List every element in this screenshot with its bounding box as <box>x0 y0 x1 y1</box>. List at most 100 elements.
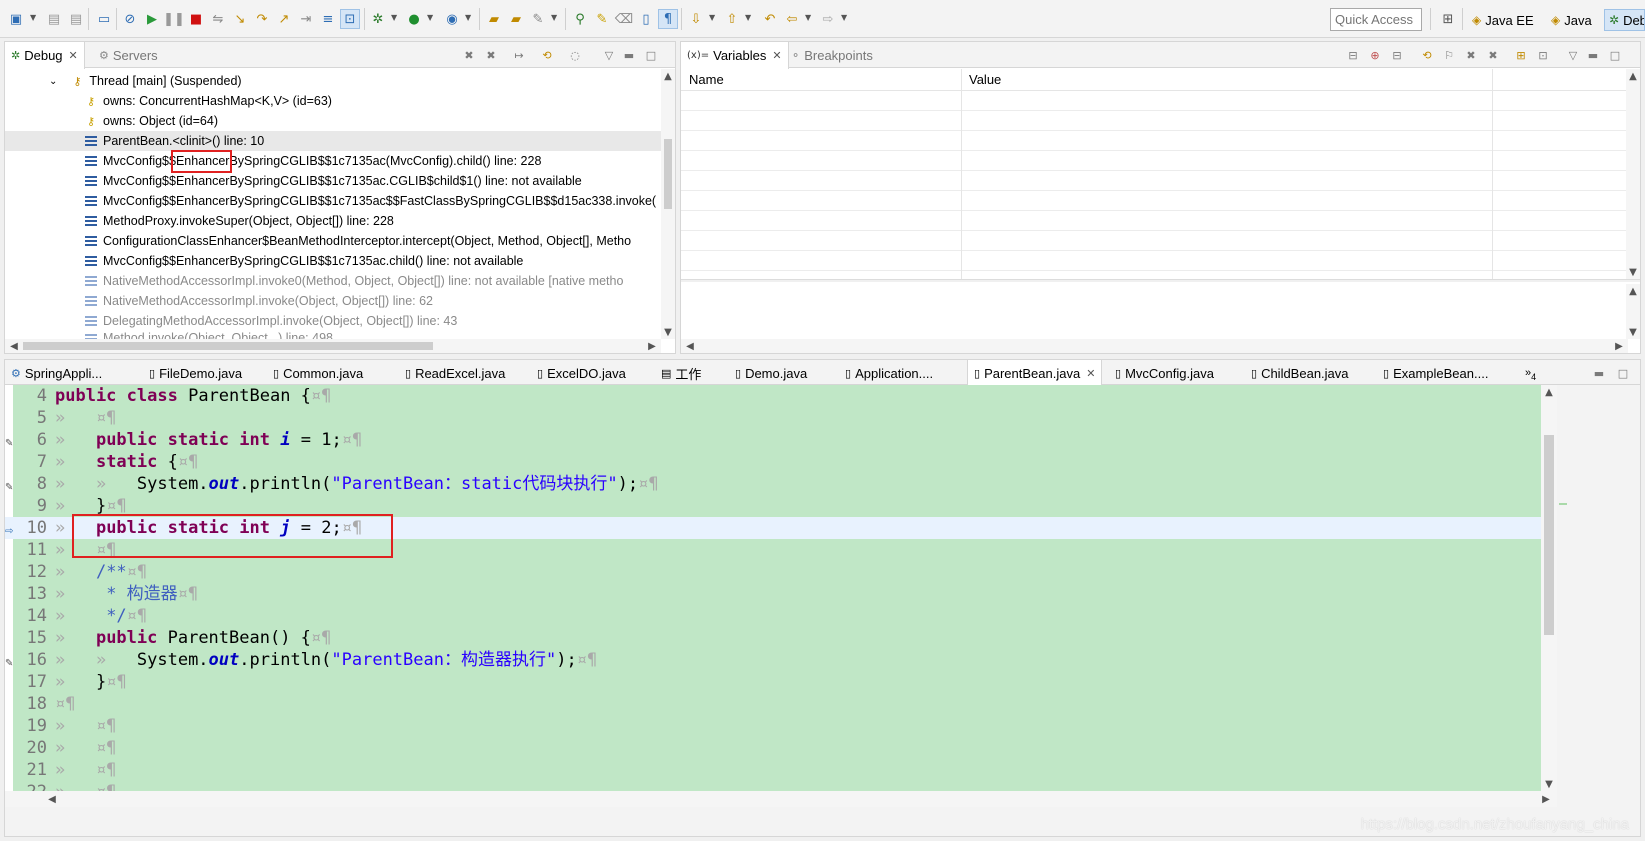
word-wrap-icon[interactable]: ▯ <box>636 9 656 29</box>
remove-icon[interactable]: ✖ <box>1463 47 1479 63</box>
show-logical-structure-icon[interactable]: ⊕ <box>1367 47 1383 63</box>
step-over-icon[interactable]: ↷ <box>252 9 272 29</box>
editor-horizontal-scrollbar[interactable]: ◀ ▶ <box>5 791 1557 807</box>
maximize-icon[interactable]: □ <box>643 47 659 63</box>
scroll-down-icon[interactable]: ▼ <box>1626 325 1640 339</box>
quick-access-input[interactable] <box>1330 8 1422 31</box>
minimize-icon[interactable]: ▬ <box>1585 47 1601 63</box>
scroll-up-icon[interactable]: ▲ <box>661 69 675 83</box>
monitor-row[interactable]: ⚷ owns: ConcurrentHashMap<K,V> (id=63) <box>5 91 661 111</box>
tab-variables[interactable]: (x)= Variables ✕ <box>681 42 789 69</box>
view-menu-icon[interactable]: ▽ <box>601 47 617 63</box>
toggle-breakpoint-icon[interactable]: ⚲ <box>570 9 590 29</box>
tab-servers[interactable]: ⚙ Servers <box>93 42 164 68</box>
new-view-icon[interactable]: ⊞ <box>1513 47 1529 63</box>
tab-application[interactable]: ▯ Application.... <box>839 360 939 386</box>
scroll-down-icon[interactable]: ▼ <box>1542 777 1556 791</box>
chevron-down-icon[interactable]: ▼ <box>465 13 473 25</box>
remove-terminated-icon[interactable]: ✖ <box>461 47 477 63</box>
chevron-down-icon[interactable]: ▼ <box>30 13 38 25</box>
scroll-up-icon[interactable]: ▲ <box>1626 284 1640 298</box>
stack-frame-row[interactable]: MvcConfig$$EnhancerBySpringCGLIB$$1c7135… <box>5 171 661 191</box>
collapse-all-icon[interactable]: ⊟ <box>1389 47 1405 63</box>
step-filter-toggle-icon[interactable]: ⊡ <box>340 9 360 29</box>
tab-childbean[interactable]: ▯ ChildBean.java <box>1245 360 1355 386</box>
chevron-down-icon[interactable]: ⌄ <box>49 76 57 87</box>
scroll-down-icon[interactable]: ▼ <box>1626 265 1640 279</box>
scroll-down-icon[interactable]: ▼ <box>661 325 675 339</box>
debug-bug-icon[interactable]: ✲ <box>368 9 388 29</box>
scroll-thumb[interactable] <box>23 342 433 350</box>
thread-row[interactable]: ⌄ ⚷ Thread [main] (Suspended) <box>5 71 661 91</box>
editor-vertical-scrollbar[interactable]: ▲ ▼ <box>1541 385 1557 791</box>
variables-vertical-scrollbar[interactable]: ▲ ▼ <box>1626 69 1640 279</box>
chevron-down-icon[interactable]: ▼ <box>551 13 559 25</box>
scroll-left-icon[interactable]: ◀ <box>683 339 697 353</box>
link-icon[interactable]: ⟲ <box>1419 47 1435 63</box>
tab-common[interactable]: ▯ Common.java <box>267 360 369 386</box>
tab-exceldo[interactable]: ▯ ExcelDO.java <box>531 360 632 386</box>
run-icon[interactable]: ● <box>404 9 424 29</box>
scroll-up-icon[interactable]: ▲ <box>1542 385 1556 399</box>
chevron-down-icon[interactable]: ▼ <box>745 13 753 25</box>
skip-breakpoints-icon[interactable]: ⊘ <box>120 9 140 29</box>
show-whitespace-icon[interactable]: ¶ <box>658 9 678 29</box>
open-perspective-icon[interactable]: ⊞ <box>1438 9 1458 29</box>
column-header-name[interactable]: Name <box>689 72 724 87</box>
save-all-icon[interactable]: ▤ <box>66 9 86 29</box>
maximize-icon[interactable]: □ <box>1607 47 1623 63</box>
view-menu-icon[interactable]: ▽ <box>1565 47 1581 63</box>
disconnect-icon[interactable]: ⇋ <box>208 9 228 29</box>
stack-frame-row[interactable]: DelegatingMethodAccessorImpl.invoke(Obje… <box>5 311 661 331</box>
step-filter-icon[interactable]: ↦ <box>511 47 527 63</box>
open-type-icon[interactable]: ▰ <box>484 9 504 29</box>
stack-frame-row[interactable]: ConfigurationClassEnhancer$BeanMethodInt… <box>5 231 661 251</box>
close-icon[interactable]: ✕ <box>69 49 78 62</box>
link-icon[interactable]: ⟲ <box>539 47 555 63</box>
stack-frame-row-selected[interactable]: ParentBean.<clinit>() line: 10 <box>5 131 661 151</box>
close-icon[interactable]: ✕ <box>772 49 781 62</box>
stack-frame-row[interactable]: MethodProxy.invokeSuper(Object, Object[]… <box>5 211 661 231</box>
chevron-down-icon[interactable]: ▼ <box>709 13 717 25</box>
step-into-icon[interactable]: ↘ <box>230 9 250 29</box>
stack-frame-row[interactable]: NativeMethodAccessorImpl.invoke0(Method,… <box>5 271 661 291</box>
debug-horizontal-scrollbar[interactable]: ◀ ▶ <box>5 339 661 353</box>
scroll-right-icon[interactable]: ▶ <box>1612 339 1626 353</box>
scroll-left-icon[interactable]: ◀ <box>7 339 21 353</box>
detail-pane-sash[interactable] <box>681 279 1640 282</box>
details-vertical-scrollbar[interactable]: ▲ ▼ <box>1626 284 1640 339</box>
tab-filedemo[interactable]: ▯ FileDemo.java <box>143 360 248 386</box>
back-icon[interactable]: ⇦ <box>782 9 802 29</box>
tab-springapplication[interactable]: ⚙ SpringAppli... <box>5 360 108 386</box>
add-watch-icon[interactable]: ⚐ <box>1441 47 1457 63</box>
step-return-icon[interactable]: ↗ <box>274 9 294 29</box>
maximize-icon[interactable]: □ <box>1615 365 1631 381</box>
column-header-value[interactable]: Value <box>969 72 1001 87</box>
code-area[interactable]: 4 public class ParentBean {¤¶ 5» ¤¶ ✎ 6» p… <box>5 385 1541 791</box>
save-icon[interactable]: ▤ <box>44 9 64 29</box>
tab-parentbean[interactable]: ▯ ParentBean.java ✕ <box>967 360 1103 387</box>
scroll-thumb[interactable] <box>664 139 672 209</box>
block-selection-icon[interactable]: ⌫ <box>614 9 634 29</box>
search-icon[interactable]: ✎ <box>528 9 548 29</box>
stack-frame-row[interactable]: NativeMethodAccessorImpl.invoke(Object, … <box>5 291 661 311</box>
monitor-row[interactable]: ⚷ owns: Object (id=64) <box>5 111 661 131</box>
external-tools-icon[interactable]: ◉ <box>442 9 462 29</box>
tab-examplebean[interactable]: ▯ ExampleBean.... <box>1377 360 1494 386</box>
perspective-java-ee[interactable]: ◈ Java EE <box>1468 9 1538 31</box>
drop-to-frame-icon[interactable]: ⇥ <box>296 9 316 29</box>
chevron-down-icon[interactable]: ▼ <box>841 13 849 25</box>
tabs-overflow-button[interactable]: » 4 <box>1519 360 1542 386</box>
perspective-java[interactable]: ◈ Java <box>1547 9 1596 31</box>
scroll-up-icon[interactable]: ▲ <box>1626 69 1640 83</box>
tab-breakpoints[interactable]: ⚬ Breakpoints <box>785 42 879 68</box>
use-step-filters-icon[interactable]: ≡ <box>318 9 338 29</box>
forward-icon[interactable]: ⇨ <box>818 9 838 29</box>
tab-work[interactable]: ▤ 工作 <box>655 360 707 386</box>
stack-frame-row[interactable]: MvcConfig$$EnhancerBySpringCGLIB$$1c7135… <box>5 251 661 271</box>
tab-mvcconfig[interactable]: ▯ MvcConfig.java <box>1109 360 1220 386</box>
close-icon[interactable]: ✕ <box>1086 367 1095 380</box>
debug-vertical-scrollbar[interactable]: ▲ ▼ <box>661 69 675 339</box>
mark-occurrences-icon[interactable]: ✎ <box>592 9 612 29</box>
scroll-left-icon[interactable]: ◀ <box>45 792 59 806</box>
